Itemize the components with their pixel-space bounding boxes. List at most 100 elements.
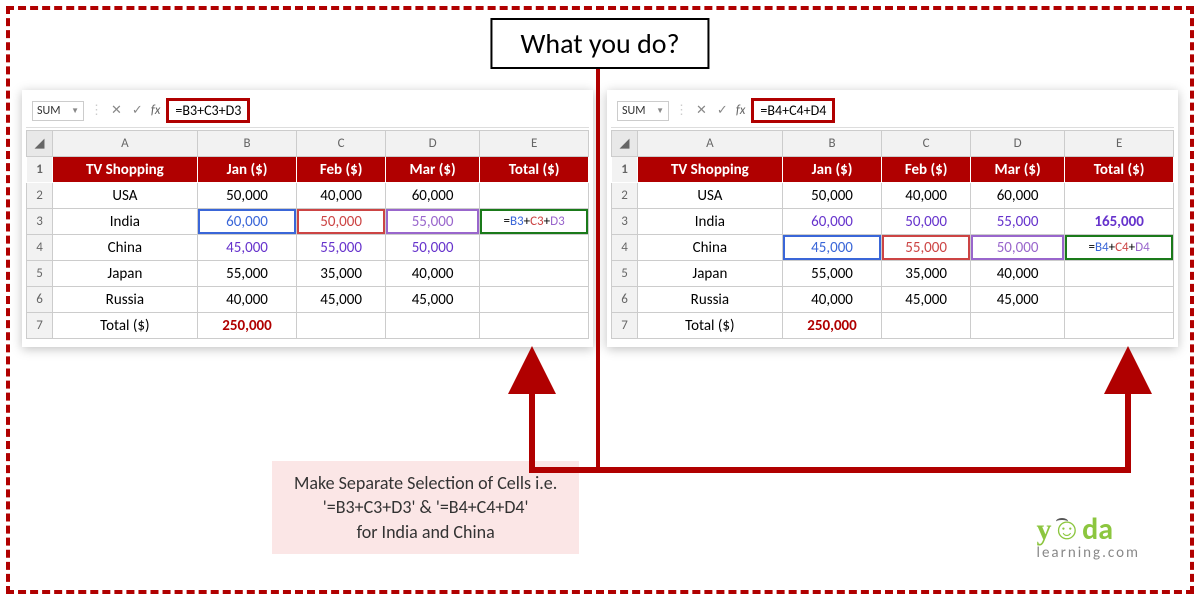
cancel-icon[interactable]: ✕	[694, 103, 709, 118]
cell[interactable]: 50,000	[882, 209, 971, 235]
cell[interactable]: 50,000	[385, 235, 479, 261]
row-number[interactable]: 5	[27, 261, 53, 287]
cell[interactable]: 40,000	[782, 287, 882, 313]
cell[interactable]	[480, 183, 589, 209]
cell[interactable]: USA	[53, 183, 198, 209]
formula-input[interactable]: =B3+C3+D3	[166, 98, 250, 123]
cell[interactable]: 40,000	[297, 183, 386, 209]
formula-input[interactable]: =B4+C4+D4	[751, 98, 835, 123]
cancel-icon[interactable]: ✕	[109, 103, 124, 118]
cell-result-e3[interactable]: 165,000	[1065, 209, 1174, 235]
select-all-corner[interactable]: ◢	[612, 131, 638, 157]
fx-icon[interactable]: fx	[736, 103, 746, 118]
row-number[interactable]: 3	[27, 209, 53, 235]
col-header[interactable]: A	[638, 131, 783, 157]
fx-icon[interactable]: fx	[151, 103, 161, 118]
cell[interactable]	[882, 313, 971, 339]
cell[interactable]: 60,000	[970, 183, 1064, 209]
cell[interactable]	[1065, 183, 1174, 209]
cell[interactable]: 50,000	[197, 183, 297, 209]
cell-selected-d3[interactable]: 55,000	[385, 209, 479, 235]
row-number[interactable]: 3	[612, 209, 638, 235]
enter-icon[interactable]: ✓	[715, 103, 730, 118]
cell-editing-e3[interactable]: =B3+C3+D3	[480, 209, 589, 235]
col-header[interactable]: C	[297, 131, 386, 157]
select-all-corner[interactable]: ◢	[27, 131, 53, 157]
row-number[interactable]: 2	[27, 183, 53, 209]
header-cell[interactable]: Total ($)	[480, 157, 589, 183]
cell[interactable]: China	[638, 235, 783, 261]
cell[interactable]: 40,000	[197, 287, 297, 313]
spreadsheet-grid[interactable]: ◢ A B C D E 1 TV Shopping Jan ($) Feb ($…	[26, 130, 589, 339]
cell-selected-d4[interactable]: 50,000	[970, 235, 1064, 261]
cell[interactable]: Japan	[638, 261, 783, 287]
cell[interactable]	[385, 313, 479, 339]
col-header[interactable]: C	[882, 131, 971, 157]
cell[interactable]	[480, 235, 589, 261]
col-header[interactable]: D	[385, 131, 479, 157]
header-cell[interactable]: Jan ($)	[782, 157, 882, 183]
enter-icon[interactable]: ✓	[130, 103, 145, 118]
spreadsheet-grid[interactable]: ◢ A B C D E 1 TV Shopping Jan ($) Feb ($…	[611, 130, 1174, 339]
cell[interactable]	[1065, 261, 1174, 287]
cell[interactable]	[480, 261, 589, 287]
header-cell[interactable]: TV Shopping	[53, 157, 198, 183]
row-number[interactable]: 1	[27, 157, 53, 183]
cell[interactable]: 45,000	[385, 287, 479, 313]
cell[interactable]	[1065, 287, 1174, 313]
row-number[interactable]: 7	[27, 313, 53, 339]
row-number[interactable]: 6	[27, 287, 53, 313]
row-number[interactable]: 4	[612, 235, 638, 261]
cell-selected-b3[interactable]: 60,000	[197, 209, 297, 235]
cell[interactable]: 40,000	[385, 261, 479, 287]
header-cell[interactable]: Feb ($)	[297, 157, 386, 183]
cell[interactable]: 60,000	[782, 209, 882, 235]
col-header[interactable]: B	[197, 131, 297, 157]
cell[interactable]: 55,000	[197, 261, 297, 287]
cell[interactable]: 45,000	[297, 287, 386, 313]
col-header[interactable]: B	[782, 131, 882, 157]
cell[interactable]: China	[53, 235, 198, 261]
cell-total[interactable]: 250,000	[197, 313, 297, 339]
cell[interactable]: India	[638, 209, 783, 235]
col-header[interactable]: E	[480, 131, 589, 157]
cell-selected-b4[interactable]: 45,000	[782, 235, 882, 261]
row-number[interactable]: 6	[612, 287, 638, 313]
header-cell[interactable]: Total ($)	[1065, 157, 1174, 183]
header-cell[interactable]: TV Shopping	[638, 157, 783, 183]
header-cell[interactable]: Mar ($)	[385, 157, 479, 183]
cell[interactable]: USA	[638, 183, 783, 209]
header-cell[interactable]: Jan ($)	[197, 157, 297, 183]
col-header[interactable]: E	[1065, 131, 1174, 157]
name-box[interactable]: SUM ▼	[617, 101, 669, 121]
cell-selected-c4[interactable]: 55,000	[882, 235, 971, 261]
cell[interactable]	[480, 313, 589, 339]
row-number[interactable]: 4	[27, 235, 53, 261]
cell[interactable]	[970, 313, 1064, 339]
cell[interactable]: 55,000	[782, 261, 882, 287]
row-number[interactable]: 1	[612, 157, 638, 183]
cell[interactable]: 55,000	[297, 235, 386, 261]
cell[interactable]: 55,000	[970, 209, 1064, 235]
cell[interactable]: 35,000	[882, 261, 971, 287]
cell[interactable]	[297, 313, 386, 339]
cell[interactable]: 45,000	[970, 287, 1064, 313]
row-number[interactable]: 5	[612, 261, 638, 287]
col-header[interactable]: D	[970, 131, 1064, 157]
cell[interactable]: Russia	[638, 287, 783, 313]
header-cell[interactable]: Feb ($)	[882, 157, 971, 183]
cell-selected-c3[interactable]: 50,000	[297, 209, 386, 235]
cell[interactable]: Russia	[53, 287, 198, 313]
cell-total[interactable]: 250,000	[782, 313, 882, 339]
cell[interactable]: 35,000	[297, 261, 386, 287]
cell[interactable]: Total ($)	[53, 313, 198, 339]
row-number[interactable]: 2	[612, 183, 638, 209]
cell-editing-e4[interactable]: =B4+C4+D4	[1065, 235, 1174, 261]
cell[interactable]	[480, 287, 589, 313]
cell[interactable]: Total ($)	[638, 313, 783, 339]
cell[interactable]	[1065, 313, 1174, 339]
cell[interactable]: 40,000	[970, 261, 1064, 287]
cell[interactable]: Japan	[53, 261, 198, 287]
cell[interactable]: India	[53, 209, 198, 235]
cell[interactable]: 45,000	[197, 235, 297, 261]
